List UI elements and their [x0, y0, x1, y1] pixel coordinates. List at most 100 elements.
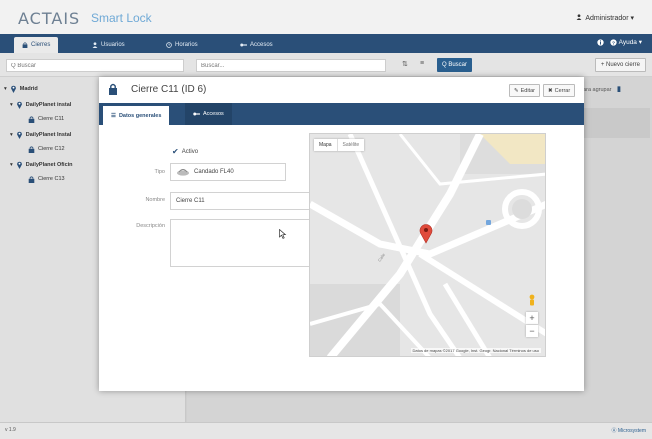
- type-label: Tipo: [154, 169, 166, 175]
- tree-item-label: DailyPlanet instal: [25, 102, 72, 108]
- lock-detail-modal: Cierre C11 (ID 6) ✎ Editar ✖ Cerrar ☰ Datos…: [99, 77, 584, 391]
- svg-text:?: ?: [612, 40, 615, 46]
- name-value: Cierre C11: [176, 198, 205, 204]
- lock-icon: [28, 115, 35, 123]
- tree-item-cierre-c12[interactable]: Cierre C12: [28, 143, 65, 155]
- tab-cierres[interactable]: Cierres: [14, 37, 59, 53]
- close-button[interactable]: ✖ Cerrar: [543, 84, 576, 97]
- location-pin-icon: [10, 85, 16, 93]
- list-icon: ☰: [111, 112, 116, 119]
- footer-brand: Ⓐ Microsystem: [611, 428, 646, 434]
- tab-accesos[interactable]: Accesos: [232, 38, 281, 51]
- clock-icon: [166, 41, 172, 48]
- tree-item-cierre-c11[interactable]: Cierre C11: [28, 113, 64, 125]
- tab-accesos-modal[interactable]: Accesos: [185, 103, 232, 125]
- modal-tabs: ☰ Datos generales Accesos: [99, 103, 584, 125]
- actais-logo: ACTAIS: [18, 9, 81, 28]
- lock-icon: [22, 42, 28, 48]
- help-menu-label: Ayuda ▾: [618, 39, 642, 46]
- tree-item-label: Cierre C11: [38, 116, 65, 122]
- active-checkbox[interactable]: ✔ Activo: [172, 147, 198, 156]
- tree-item-dailyplanet-2[interactable]: ▾ DailyPlanet Instal: [10, 129, 71, 141]
- key-icon: [193, 112, 200, 116]
- tree-item-label: Madrid: [19, 86, 38, 92]
- user-menu-label: Administrador ▾: [585, 15, 634, 22]
- sort-icon[interactable]: ⇅: [402, 60, 408, 68]
- checkmark-icon: ✔: [172, 147, 179, 156]
- map-type-control: Mapa Satélite: [314, 139, 365, 151]
- tree-item-label: Cierre C13: [38, 176, 65, 182]
- tree-item-label: Cierre C12: [38, 146, 65, 152]
- group-hint: para agrupar ▮: [580, 85, 621, 93]
- street-view-icon[interactable]: [527, 294, 537, 308]
- name-field[interactable]: Cierre C11: [170, 192, 310, 210]
- new-lock-button[interactable]: + Nuevo cierre: [594, 58, 646, 72]
- tab-accesos-label: Accesos: [250, 41, 273, 48]
- location-pin-icon: [16, 101, 22, 109]
- map-canvas[interactable]: Calle: [310, 134, 546, 357]
- tree-item-dailyplanet-3[interactable]: ▾ DailyPlanet Oficin: [10, 159, 73, 171]
- lock-icon: [28, 175, 35, 183]
- tab-usuarios-label: Usuarios: [101, 41, 125, 48]
- tree-item-cierre-c13[interactable]: Cierre C13: [28, 173, 65, 185]
- search-button[interactable]: Q Buscar: [437, 58, 473, 72]
- type-field[interactable]: Candado FL40: [170, 163, 286, 181]
- tab-horarios[interactable]: Horarios: [158, 38, 206, 51]
- user-menu[interactable]: Administrador ▾: [576, 14, 634, 22]
- tab-cierres-label: Cierres: [31, 42, 51, 48]
- description-field[interactable]: [170, 219, 310, 267]
- help-icon: ?: [609, 38, 617, 46]
- edit-button-label: Editar: [520, 87, 535, 94]
- type-value: Candado FL40: [194, 169, 234, 175]
- user-icon: [92, 41, 98, 48]
- zoom-out-button[interactable]: −: [526, 325, 538, 337]
- satellite-tab[interactable]: Satélite: [336, 139, 365, 151]
- grid-row: [580, 108, 650, 138]
- secondary-search-input[interactable]: [196, 59, 386, 72]
- key-icon: [240, 43, 247, 46]
- tab-datos-generales-label: Datos generales: [118, 112, 162, 119]
- pencil-icon: ✎: [514, 87, 519, 94]
- help-menu[interactable]: ? Ayuda ▾: [609, 38, 642, 46]
- app-brand-name: Smart Lock: [91, 11, 152, 25]
- search-input[interactable]: [6, 59, 184, 72]
- collapse-icon[interactable]: ▾: [10, 132, 13, 138]
- lock-icon: [28, 145, 35, 153]
- modal-header: Cierre C11 (ID 6) ✎ Editar ✖ Cerrar: [99, 77, 584, 103]
- filter-icon[interactable]: ≡: [420, 60, 424, 67]
- lock-icon: [109, 83, 117, 95]
- collapse-icon[interactable]: ▾: [10, 162, 13, 168]
- tree-item-madrid[interactable]: ▾ Madrid: [4, 83, 38, 95]
- tree-item-label: DailyPlanet Instal: [25, 132, 72, 138]
- main-nav: Cierres Usuarios Horarios Accesos ? Ayud…: [0, 34, 652, 53]
- zoom-in-button[interactable]: +: [526, 312, 538, 324]
- tab-usuarios[interactable]: Usuarios: [84, 38, 133, 51]
- tab-horarios-label: Horarios: [175, 41, 198, 48]
- tree-item-dailyplanet-1[interactable]: ▾ DailyPlanet instal: [10, 99, 71, 111]
- user-icon: [576, 14, 582, 20]
- active-label: Activo: [181, 148, 199, 155]
- tree-item-label: DailyPlanet Oficin: [25, 162, 73, 168]
- mouse-cursor-icon: [279, 229, 287, 239]
- close-icon: ✖: [548, 87, 553, 94]
- location-map[interactable]: Calle Mapa Satélite + − Datos de mapas ©…: [309, 133, 546, 357]
- document-icon[interactable]: ▮: [617, 86, 621, 93]
- group-hint-text: para agrupar: [580, 87, 612, 93]
- map-tab[interactable]: Mapa: [314, 139, 337, 151]
- location-pin-icon: [16, 161, 22, 169]
- name-label: Nombre: [145, 197, 165, 203]
- toolbar: ⇅ ≡ Q Buscar + Nuevo cierre: [0, 53, 652, 77]
- tab-accesos-modal-label: Accesos: [203, 111, 224, 117]
- edit-button[interactable]: ✎ Editar: [509, 84, 540, 97]
- location-pin-icon: [16, 131, 22, 139]
- description-label: Descripción: [136, 223, 165, 229]
- collapse-icon[interactable]: ▾: [10, 102, 13, 108]
- collapse-icon[interactable]: ▾: [4, 86, 7, 92]
- tab-datos-generales[interactable]: ☰ Datos generales: [103, 106, 170, 125]
- app-header: ACTAIS Smart Lock Administrador ▾: [0, 0, 652, 34]
- close-button-label: Cerrar: [554, 87, 571, 94]
- footer: v 1.9 Ⓐ Microsystem: [0, 422, 652, 439]
- info-icon[interactable]: [596, 38, 604, 46]
- padlock-type-icon: [177, 169, 189, 176]
- version-label: v 1.9: [5, 427, 16, 433]
